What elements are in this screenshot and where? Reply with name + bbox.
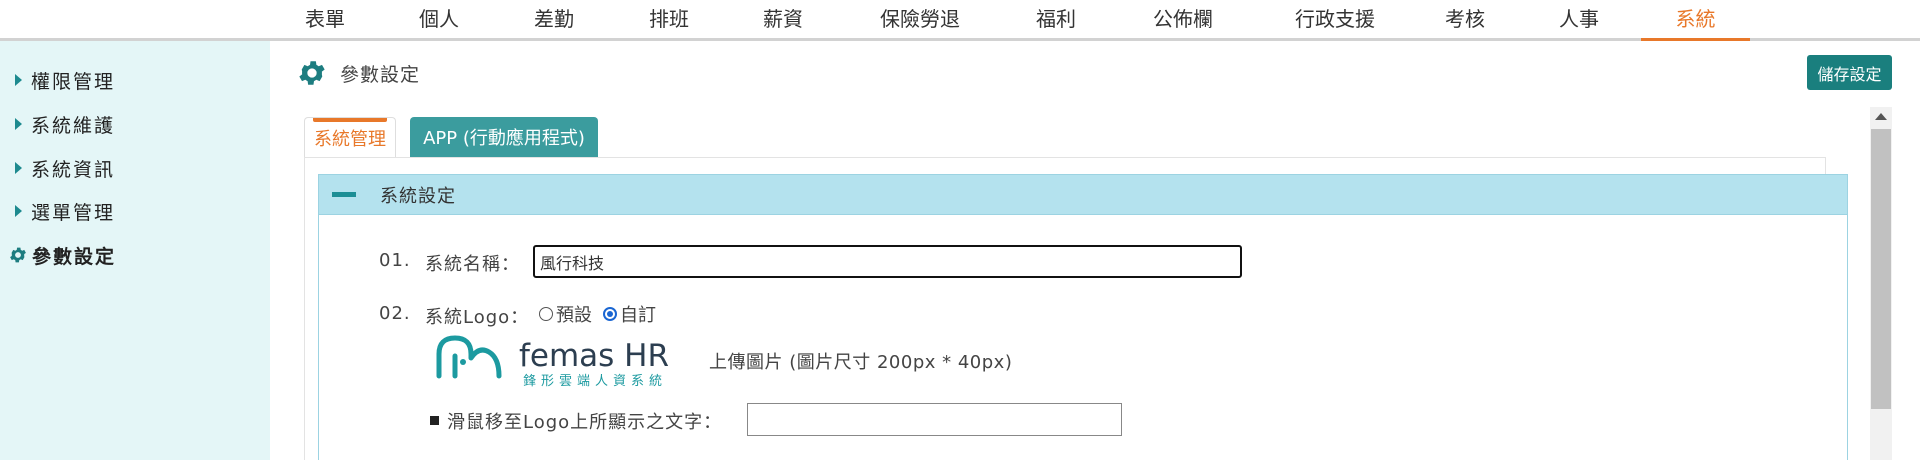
nav-item-payroll[interactable]: 薪資 [756, 0, 810, 38]
sidebar-item-label: 系統資訊 [31, 158, 116, 181]
logo-hover-text-label: 滑鼠移至Logo上所顯示之文字： [447, 412, 723, 433]
sidebar-item-label: 選單管理 [31, 201, 116, 224]
scroll-thumb[interactable] [1871, 129, 1891, 409]
logo-hover-text-input[interactable] [747, 403, 1122, 436]
scroll-up-arrow-icon[interactable] [1875, 113, 1887, 120]
tab-app[interactable]: APP (行動應用程式) [410, 117, 598, 157]
row-number: 02. [379, 303, 411, 324]
bullet-square-icon [430, 416, 439, 425]
row-number: 01. [379, 250, 411, 271]
nav-item-benefits[interactable]: 福利 [1029, 0, 1083, 38]
caret-right-icon [15, 205, 22, 217]
sidebar-item-label: 參數設定 [32, 245, 117, 268]
gear-icon [10, 247, 26, 263]
system-logo-label: 系統Logo： [425, 307, 530, 328]
company-logo: femas HR 鋒形雲端人資系統 [436, 335, 669, 389]
minus-icon[interactable] [332, 192, 356, 197]
page-header: 參數設定 [296, 56, 420, 90]
sidebar-item-permissions[interactable]: 權限管理 [0, 63, 270, 97]
logo-default-label[interactable]: 預設 [556, 301, 592, 327]
sidebar-item-menu-management[interactable]: 選單管理 [0, 194, 270, 228]
tab-label: 系統管理 [314, 128, 386, 150]
tab-system-management[interactable]: 系統管理 [304, 117, 396, 157]
save-settings-button[interactable]: 儲存設定 [1807, 55, 1892, 90]
caret-right-icon [15, 118, 22, 130]
tab-label: APP (行動應用程式) [423, 128, 585, 149]
sidebar-item-label: 系統維護 [31, 114, 116, 137]
logo-custom-radio[interactable] [603, 307, 617, 321]
nav-item-scheduling[interactable]: 排班 [642, 0, 696, 38]
nav-item-forms[interactable]: 表單 [298, 0, 352, 38]
nav-item-attendance[interactable]: 差勤 [527, 0, 581, 38]
sidebar-item-maintenance[interactable]: 系統維護 [0, 107, 270, 141]
logo-tagline-text: 鋒形雲端人資系統 [523, 373, 667, 389]
section-header[interactable]: 系統設定 [318, 174, 1848, 215]
page-title: 參數設定 [340, 63, 421, 86]
sidebar-item-parameters[interactable]: 參數設定 [0, 238, 270, 272]
nav-item-insurance[interactable]: 保險勞退 [870, 0, 970, 38]
gear-icon [299, 61, 325, 85]
tab-active-indicator [313, 118, 387, 122]
sidebar: 權限管理 系統維護 系統資訊 選單管理 參數設定 [0, 41, 270, 460]
system-name-input[interactable] [533, 245, 1242, 278]
logo-brand-text: femas HR [519, 338, 669, 374]
top-navigation: 表單 個人 差勤 排班 薪資 保險勞退 福利 公佈欄 行政支援 考核 人事 系統 [0, 0, 1920, 41]
nav-item-admin-support[interactable]: 行政支援 [1285, 0, 1385, 38]
logo-default-radio[interactable] [539, 307, 553, 321]
caret-right-icon [15, 74, 22, 86]
sidebar-item-system-info[interactable]: 系統資訊 [0, 151, 270, 185]
caret-right-icon [15, 162, 22, 174]
nav-item-personal[interactable]: 個人 [412, 0, 466, 38]
nav-item-bulletin[interactable]: 公佈欄 [1145, 0, 1221, 38]
upload-size-note: 上傳圖片 (圖片尺寸 200px * 40px) [709, 352, 1013, 373]
logo-option-group: 預設 自訂 [539, 302, 667, 326]
nav-item-system[interactable]: 系統 [1641, 0, 1750, 41]
vertical-scrollbar[interactable] [1870, 107, 1892, 460]
system-name-label: 系統名稱： [425, 254, 520, 275]
sidebar-item-label: 權限管理 [31, 70, 116, 93]
logo-custom-label[interactable]: 自訂 [620, 301, 656, 327]
nav-item-hr[interactable]: 人事 [1552, 0, 1606, 38]
section-title: 系統設定 [380, 185, 456, 207]
nav-item-evaluation[interactable]: 考核 [1438, 0, 1492, 38]
